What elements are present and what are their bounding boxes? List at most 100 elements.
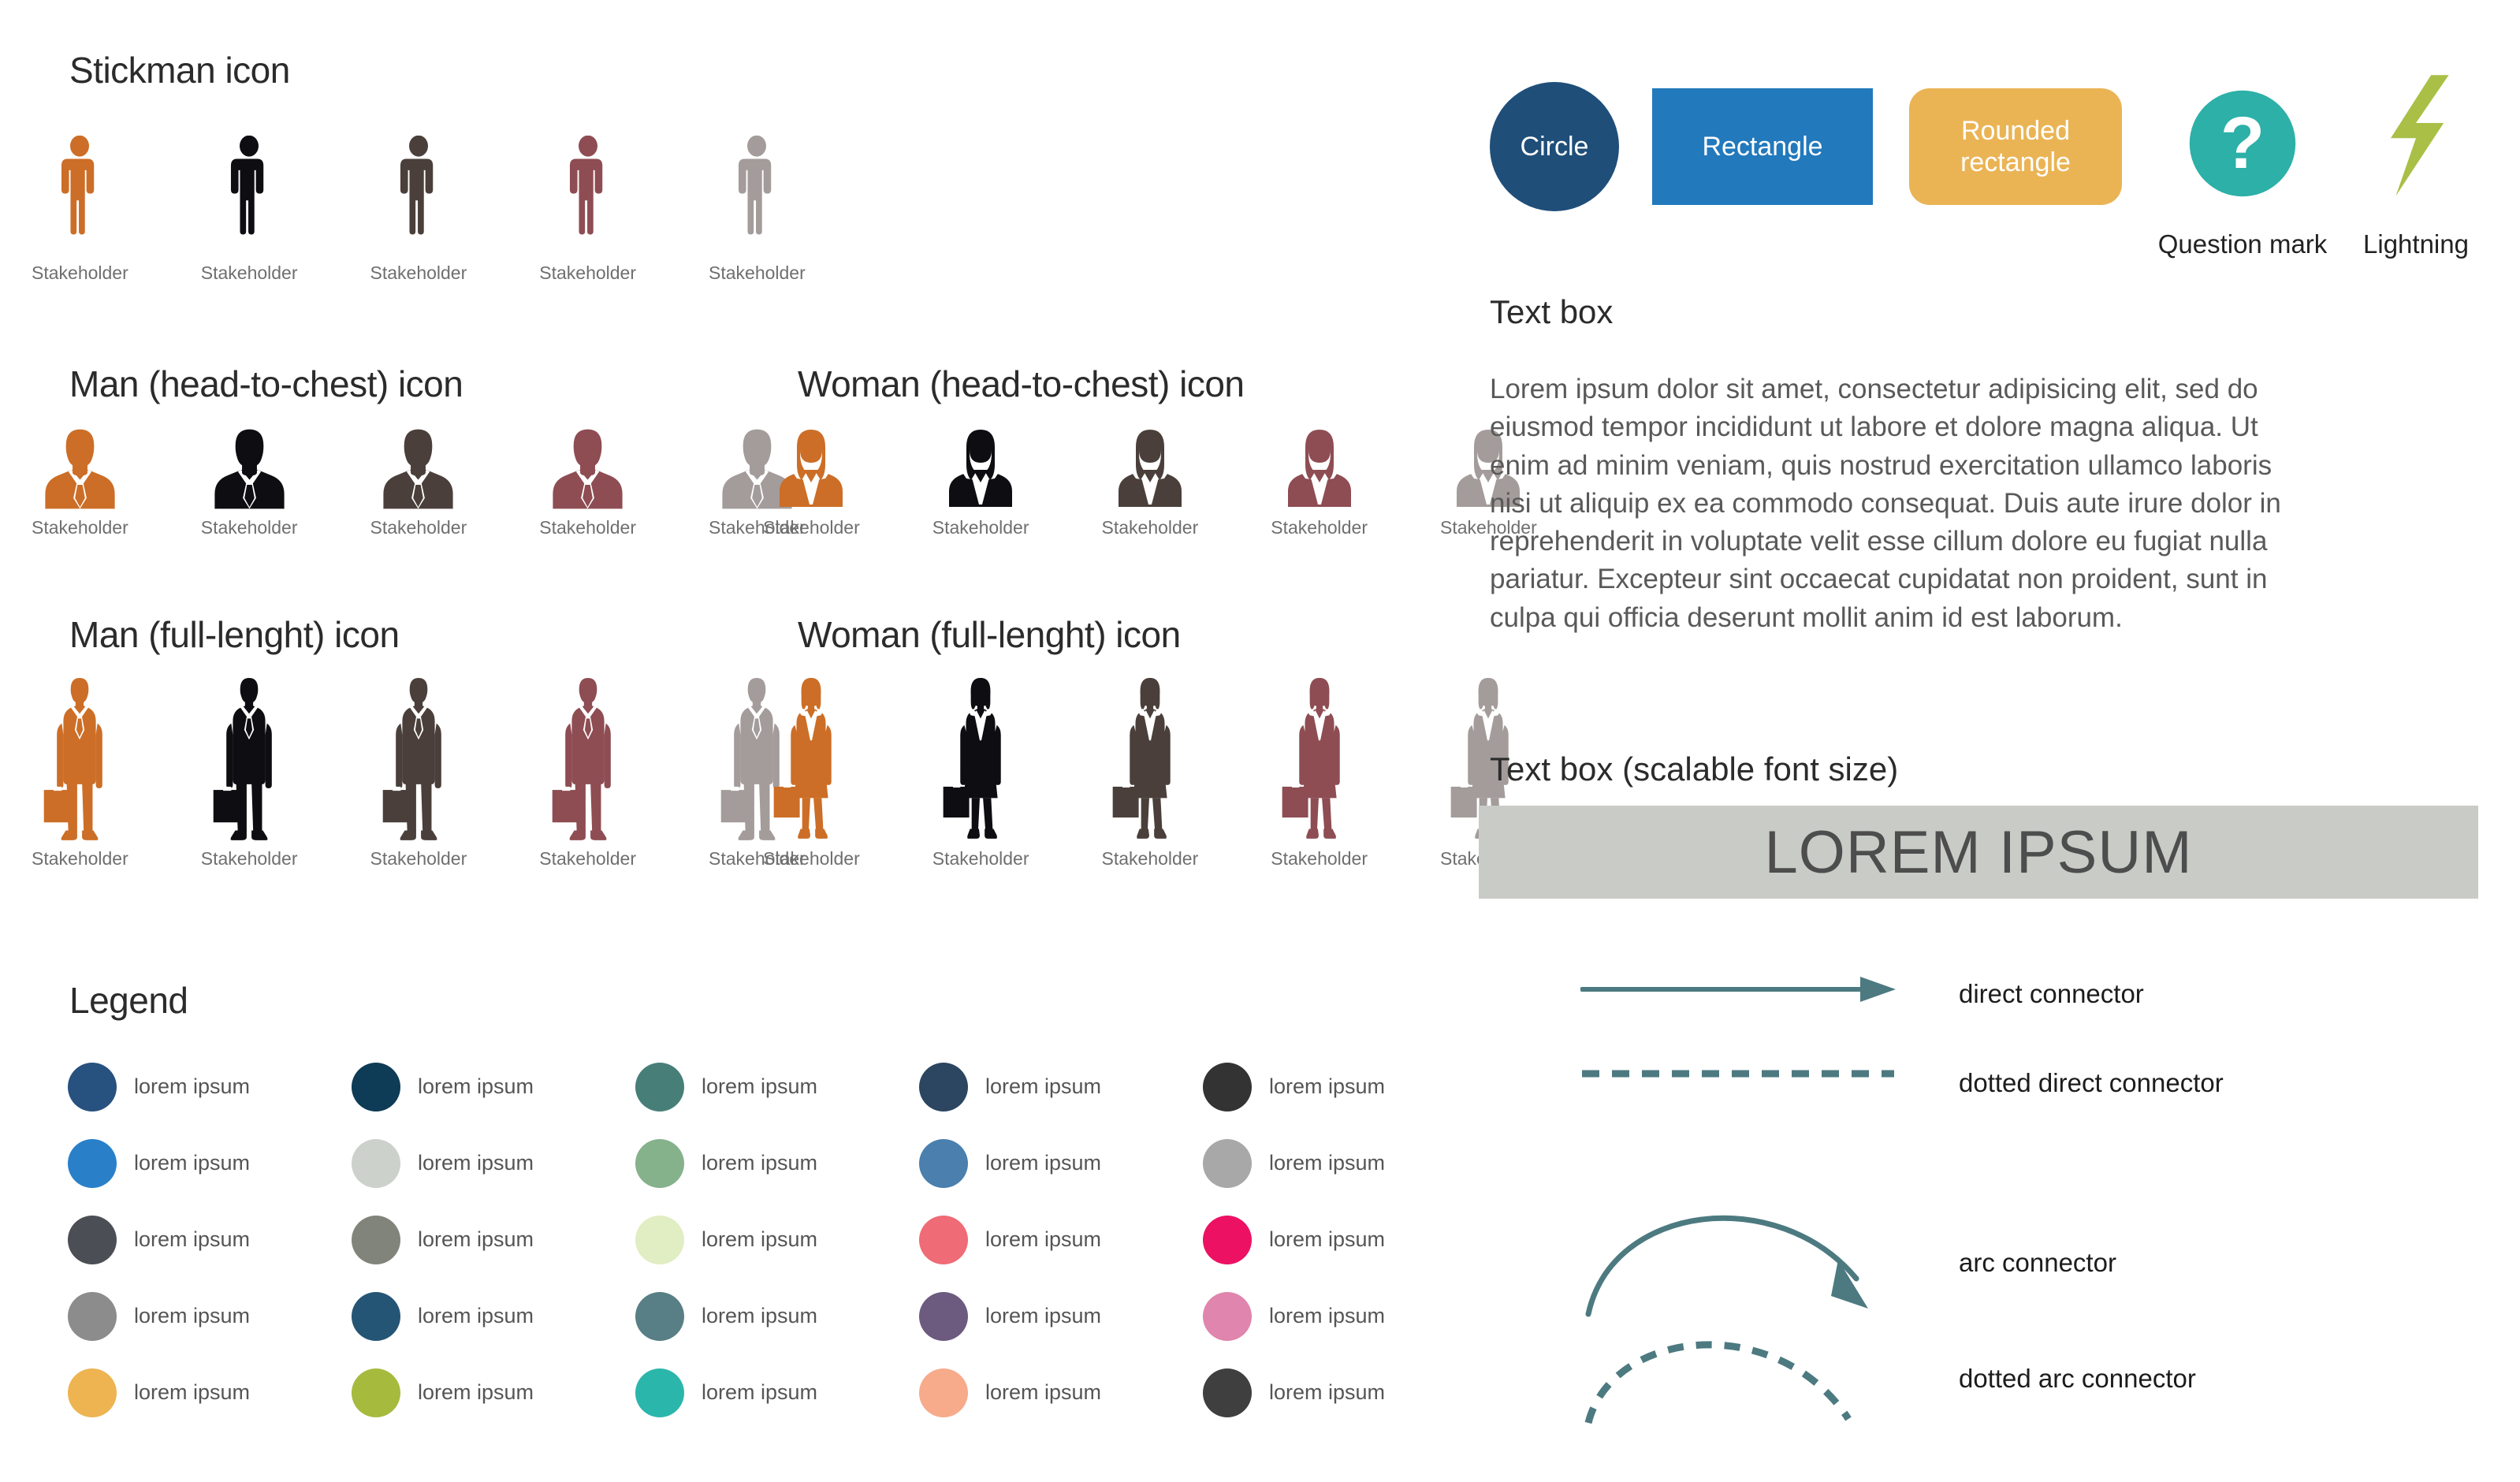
legend-item[interactable]: lorem ipsum	[919, 1368, 1203, 1417]
person-cell[interactable]: Stakeholder	[539, 676, 636, 869]
legend-color-dot	[68, 1215, 117, 1264]
legend-item[interactable]: lorem ipsum	[919, 1138, 1203, 1188]
woman-full-length-icon	[774, 678, 832, 839]
legend-item-label: lorem ipsum	[702, 1074, 818, 1098]
legend-item-label: lorem ipsum	[418, 1151, 534, 1175]
person-cell[interactable]: Stakeholder	[932, 426, 1029, 538]
legend-color-dot	[68, 1291, 117, 1341]
scalable-textbox[interactable]: LOREM IPSUM	[1479, 806, 2478, 899]
legend-item[interactable]: lorem ipsum	[68, 1291, 352, 1341]
person-cell[interactable]: Stakeholder	[201, 426, 298, 538]
person-label: Stakeholder	[1271, 517, 1368, 538]
legend-item[interactable]: lorem ipsum	[635, 1138, 919, 1188]
person-label: Stakeholder	[32, 263, 128, 283]
legend-item[interactable]: lorem ipsum	[635, 1291, 919, 1341]
man-head-to-chest-icon	[214, 429, 285, 509]
legend-item[interactable]: lorem ipsum	[1203, 1215, 1487, 1264]
woman-head-to-chest-icon-row: Stakeholder Stakeholder Stakeholder Stakeho…	[763, 426, 1537, 538]
legend-color-dot	[1203, 1215, 1252, 1264]
legend-color-dot	[635, 1291, 684, 1341]
person-cell[interactable]: Stakeholder	[370, 426, 467, 538]
legend-item-label: lorem ipsum	[134, 1380, 251, 1404]
person-cell[interactable]: Stakeholder	[932, 676, 1029, 869]
legend-color-dot	[635, 1215, 684, 1264]
shape-circle[interactable]: Circle	[1490, 82, 1619, 211]
person-cell[interactable]: Stakeholder	[539, 426, 636, 538]
person-cell[interactable]: Stakeholder	[1271, 676, 1368, 869]
stickman-section-title: Stickman icon	[69, 50, 290, 91]
person-cell[interactable]: Stakeholder	[32, 426, 128, 538]
person-cell[interactable]: Stakeholder	[763, 426, 860, 538]
legend-item-label: lorem ipsum	[985, 1151, 1102, 1175]
person-cell[interactable]: Stakeholder	[1271, 426, 1368, 538]
legend-item[interactable]: lorem ipsum	[352, 1368, 635, 1417]
person-cell[interactable]: Stakeholder	[32, 136, 128, 284]
shape-question-mark-caption: Question mark	[2157, 229, 2328, 259]
person-label: Stakeholder	[932, 848, 1029, 869]
lightning-icon	[2391, 75, 2449, 196]
person-cell[interactable]: Stakeholder	[709, 136, 806, 284]
person-cell[interactable]: Stakeholder	[201, 676, 298, 869]
person-cell[interactable]: Stakeholder	[370, 676, 467, 869]
person-label: Stakeholder	[1101, 517, 1199, 538]
legend-item[interactable]: lorem ipsum	[352, 1291, 635, 1341]
legend-color-dot	[352, 1291, 400, 1341]
legend-item[interactable]: lorem ipsum	[919, 1291, 1203, 1341]
direct-connector-label: direct connector	[1959, 979, 2144, 1008]
man-full-length-icon	[213, 678, 272, 840]
person-label: Stakeholder	[763, 848, 860, 869]
legend-item[interactable]: lorem ipsum	[1203, 1062, 1487, 1112]
direct-connector-icon	[1580, 977, 1896, 1002]
shape-lightning[interactable]	[2357, 73, 2475, 199]
legend-item[interactable]: lorem ipsum	[352, 1062, 635, 1112]
person-cell[interactable]: Stakeholder	[370, 136, 467, 284]
legend-item[interactable]: lorem ipsum	[1203, 1138, 1487, 1188]
man-head-to-chest-icon	[383, 429, 453, 509]
legend-item[interactable]: lorem ipsum	[919, 1062, 1203, 1112]
person-label: Stakeholder	[200, 263, 298, 283]
person-cell[interactable]: Stakeholder	[1102, 676, 1198, 869]
person-cell[interactable]: Stakeholder	[32, 676, 128, 869]
legend-item[interactable]: lorem ipsum	[1203, 1291, 1487, 1341]
dotted-direct-connector-label: dotted direct connector	[1959, 1068, 2224, 1097]
man-full-length-icon	[382, 678, 441, 840]
shape-rounded-rectangle[interactable]: Rounded rectangle	[1909, 88, 2122, 205]
stickman-icon	[231, 136, 264, 235]
woman-head-to-chest-icon	[1118, 430, 1182, 507]
legend-color-dot	[919, 1138, 968, 1188]
shape-question-mark[interactable]: ?	[2176, 88, 2310, 199]
legend-color-dot	[68, 1368, 117, 1417]
legend-item-label: lorem ipsum	[702, 1227, 818, 1251]
legend-item-label: lorem ipsum	[702, 1151, 818, 1175]
person-cell[interactable]: Stakeholder	[539, 136, 636, 284]
person-label: Stakeholder	[370, 848, 467, 869]
person-cell[interactable]: Stakeholder	[763, 676, 860, 869]
legend-item-label: lorem ipsum	[134, 1151, 251, 1175]
person-cell[interactable]: Stakeholder	[201, 136, 298, 284]
legend-item[interactable]: lorem ipsum	[352, 1138, 635, 1188]
legend-item[interactable]: lorem ipsum	[635, 1062, 919, 1112]
legend-item[interactable]: lorem ipsum	[68, 1368, 352, 1417]
legend-item[interactable]: lorem ipsum	[352, 1215, 635, 1264]
legend-item[interactable]: lorem ipsum	[1203, 1368, 1487, 1417]
stickman-icon	[61, 136, 95, 235]
dotted-arc-connector-label: dotted arc connector	[1959, 1364, 2196, 1393]
legend-color-dot	[635, 1062, 684, 1112]
legend-item-label: lorem ipsum	[1269, 1074, 1386, 1098]
person-cell[interactable]: Stakeholder	[1101, 426, 1199, 538]
legend-color-dot	[352, 1138, 400, 1188]
legend-item[interactable]: lorem ipsum	[919, 1215, 1203, 1264]
legend-item[interactable]: lorem ipsum	[635, 1215, 919, 1264]
legend-item-label: lorem ipsum	[418, 1380, 534, 1404]
legend-item[interactable]: lorem ipsum	[68, 1215, 352, 1264]
person-label: Stakeholder	[32, 848, 128, 869]
legend-item[interactable]: lorem ipsum	[68, 1138, 352, 1188]
legend-item[interactable]: lorem ipsum	[635, 1368, 919, 1417]
legend-color-dot	[635, 1368, 684, 1417]
shape-rectangle[interactable]: Rectangle	[1652, 88, 1873, 205]
legend-color-dot	[68, 1138, 117, 1188]
legend-item-label: lorem ipsum	[985, 1380, 1102, 1404]
person-label: Stakeholder	[200, 848, 298, 869]
legend-item[interactable]: lorem ipsum	[68, 1062, 352, 1112]
svg-text:?: ?	[2220, 102, 2265, 184]
